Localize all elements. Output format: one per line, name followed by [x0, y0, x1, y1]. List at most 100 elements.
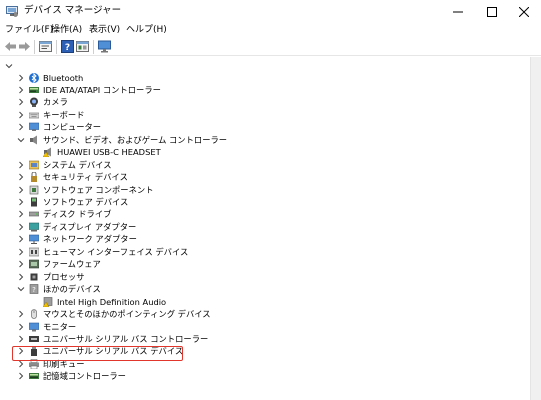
- forward-icon[interactable]: [18, 40, 31, 53]
- device-tree-label: ヒューマン インターフェイス デバイス: [43, 246, 189, 257]
- expand-chevron-icon[interactable]: [17, 208, 25, 220]
- device-tree-category-row[interactable]: ディスク ドライブ: [0, 208, 530, 220]
- expand-chevron-icon[interactable]: [17, 159, 25, 171]
- storage-controller-icon: [29, 373, 39, 380]
- device-tree-category-row[interactable]: ヒューマン インターフェイス デバイス: [0, 246, 530, 258]
- device-tree-category-row[interactable]: ユニバーサル シリアル バス コントローラー: [0, 333, 530, 345]
- hid-icon: [29, 247, 39, 257]
- device-tree-label: ソフトウェア コンポーネント: [43, 184, 154, 195]
- device-tree-label: ネットワーク アダプター: [43, 234, 137, 245]
- vertical-scrollbar[interactable]: [530, 57, 541, 400]
- menu-action[interactable]: 操作(A): [51, 24, 82, 36]
- expand-chevron-icon[interactable]: [17, 96, 25, 108]
- expand-chevron-icon[interactable]: [17, 333, 25, 345]
- device-tree-category-row[interactable]: セキュリティ デバイス: [0, 171, 530, 183]
- device-tree-category-row[interactable]: Bluetooth: [0, 72, 530, 84]
- camera-icon: [30, 97, 38, 108]
- collapse-chevron-icon[interactable]: [5, 60, 13, 72]
- properties-icon[interactable]: [39, 40, 52, 53]
- device-tree-category-row[interactable]: コンピューター: [0, 121, 530, 133]
- device-tree-category-row[interactable]: ? ほかのデバイス: [0, 283, 530, 295]
- expand-chevron-icon[interactable]: [17, 171, 25, 183]
- mouse-icon: [31, 309, 37, 319]
- device-tree-category-row[interactable]: IDE ATA/ATAPI コントローラー: [0, 84, 530, 96]
- warning-speaker-icon: [43, 147, 51, 158]
- device-tree-label: セキュリティ デバイス: [43, 172, 128, 183]
- expand-chevron-icon[interactable]: [17, 308, 25, 320]
- back-icon[interactable]: [4, 40, 17, 53]
- device-tree-label: Intel High Definition Audio: [57, 296, 167, 307]
- expand-chevron-icon[interactable]: [17, 246, 25, 258]
- expand-chevron-icon[interactable]: [17, 121, 25, 133]
- device-tree-category-row[interactable]: キーボード: [0, 109, 530, 121]
- expand-chevron-icon[interactable]: [17, 72, 25, 84]
- device-tree-category-row[interactable]: ネットワーク アダプター: [0, 233, 530, 245]
- view-icon[interactable]: [76, 40, 89, 53]
- device-tree-child-row[interactable]: Intel High Definition Audio: [0, 296, 530, 308]
- device-tree-label: ソフトウェア デバイス: [43, 197, 129, 207]
- expand-chevron-icon[interactable]: [17, 370, 25, 382]
- expand-chevron-icon[interactable]: [17, 109, 25, 121]
- expand-chevron-icon[interactable]: [17, 196, 25, 208]
- device-tree-category-row[interactable]: ディスプレイ アダプター: [0, 221, 530, 233]
- disk-drive-icon: [29, 212, 39, 217]
- network-adapter-icon: [29, 235, 39, 245]
- device-tree-category-row[interactable]: カメラ: [0, 96, 530, 108]
- device-tree-label: キーボード: [43, 109, 85, 120]
- svg-text:?: ?: [32, 286, 36, 294]
- security-device-icon: [31, 172, 37, 183]
- menu-help[interactable]: ヘルプ(H): [126, 24, 167, 36]
- expand-chevron-icon[interactable]: [17, 221, 25, 233]
- device-tree-label: ユニバーサル シリアル バス コントローラー: [43, 333, 209, 344]
- expand-chevron-icon[interactable]: [17, 258, 25, 270]
- expand-chevron-icon[interactable]: [17, 84, 25, 96]
- device-tree-child-row[interactable]: HUAWEI USB-C HEADSET: [0, 146, 530, 158]
- close-icon: [519, 6, 529, 17]
- device-tree-category-row[interactable]: 記憶域コントローラー: [0, 370, 530, 382]
- expand-chevron-icon[interactable]: [17, 321, 25, 333]
- expand-chevron-icon[interactable]: [17, 271, 25, 283]
- monitor-icon[interactable]: [98, 40, 111, 53]
- title-bar: デバイス マネージャー: [0, 0, 541, 23]
- help-icon[interactable]: ?: [61, 40, 74, 53]
- collapse-chevron-icon[interactable]: [17, 134, 25, 146]
- device-tree-category-row[interactable]: プロセッサ: [0, 271, 530, 283]
- menu-bar: ファイル(F) 操作(A) 表示(V) ヘルプ(H): [0, 23, 541, 37]
- device-tree-category-row[interactable]: ソフトウェア コンポーネント: [0, 184, 530, 196]
- device-tree-label: プロセッサ: [43, 271, 85, 282]
- device-tree-label: ディスプレイ アダプター: [43, 221, 137, 232]
- close-button[interactable]: [507, 0, 541, 23]
- collapse-chevron-icon[interactable]: [17, 283, 25, 295]
- software-component-icon: [29, 185, 39, 194]
- bluetooth-icon: [29, 72, 39, 83]
- window-title: デバイス マネージャー: [24, 5, 122, 16]
- expand-chevron-icon[interactable]: [17, 184, 25, 196]
- keyboard-icon: [29, 112, 39, 119]
- device-tree-label: HUAWEI USB-C HEADSET: [57, 147, 161, 158]
- device-tree-category-row[interactable]: ソフトウェア デバイス: [0, 196, 530, 208]
- device-tree-category-row[interactable]: システム デバイス: [0, 159, 530, 171]
- device-tree-label: ディスク ドライブ: [43, 209, 112, 220]
- highlight-box: [12, 346, 183, 361]
- menu-file[interactable]: ファイル(F): [5, 24, 53, 36]
- maximize-button[interactable]: [475, 0, 509, 23]
- device-tree-label: システム デバイス: [43, 159, 112, 170]
- minimize-button[interactable]: [441, 0, 475, 23]
- device-tree-label: サウンド、ビデオ、およびゲーム コントローラー: [43, 134, 228, 145]
- device-tree-label: マウスとそのほかのポインティング デバイス: [43, 309, 211, 320]
- menu-view[interactable]: 表示(V): [89, 24, 120, 36]
- other-devices-icon: ?: [29, 284, 39, 294]
- device-tree-label: Bluetooth: [43, 72, 84, 83]
- device-tree-category-row[interactable]: サウンド、ビデオ、およびゲーム コントローラー: [0, 134, 530, 146]
- device-manager-app-icon: [6, 6, 18, 17]
- speaker-icon: [30, 135, 37, 145]
- usb-controller-icon: [29, 335, 39, 342]
- warning-device-icon: [43, 296, 53, 307]
- ide-controller-icon: [29, 86, 39, 93]
- device-tree-category-row[interactable]: ファームウェア: [0, 258, 530, 270]
- expand-chevron-icon[interactable]: [17, 233, 25, 245]
- svg-text:?: ?: [65, 43, 70, 53]
- device-tree-category-row[interactable]: マウスとそのほかのポインティング デバイス: [0, 308, 530, 320]
- device-tree-category-row[interactable]: モニター: [0, 321, 530, 333]
- minimize-icon: [453, 11, 463, 12]
